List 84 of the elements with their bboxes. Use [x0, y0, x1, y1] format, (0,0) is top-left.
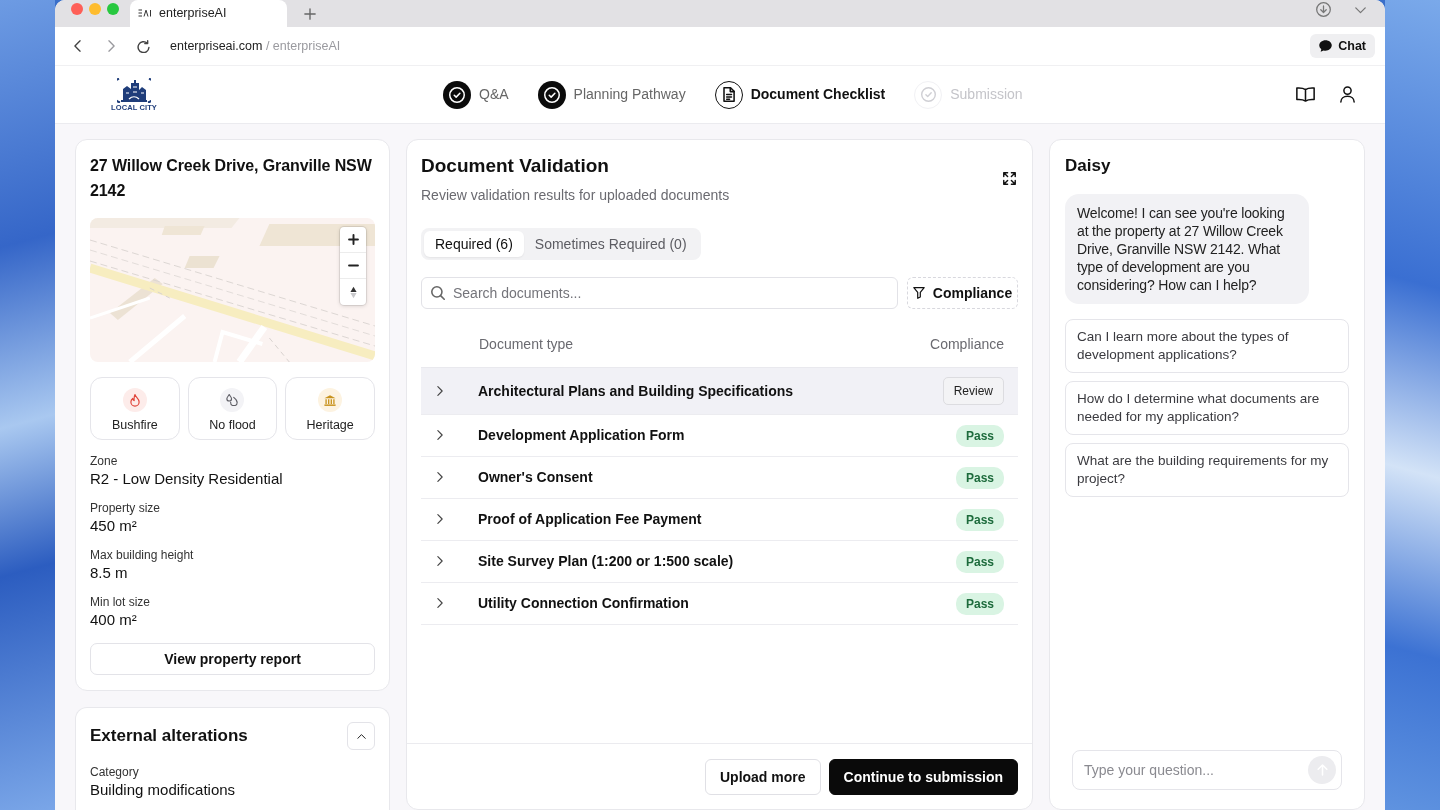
view-report-button[interactable]: View property report — [90, 643, 375, 675]
property-address: 27 Willow Creek Drive, Granville NSW 2142 — [90, 156, 373, 201]
detail-value: 400 m² — [90, 610, 138, 630]
detail-value: Building modifications — [90, 780, 237, 800]
chat-title: Daisy — [1065, 155, 1112, 177]
detail-label: Property size — [90, 500, 162, 516]
search-field[interactable]: Search documents... — [421, 277, 898, 309]
column-header: Document type — [478, 323, 900, 367]
detail-value: R2 - Low Density Residential — [90, 469, 284, 489]
compass-icon — [349, 285, 357, 299]
chat-input-field[interactable]: Type your question... — [1072, 750, 1342, 790]
speech-bubble-icon — [1319, 40, 1333, 52]
hazard-label: Heritage — [306, 417, 354, 433]
back-icon — [74, 40, 81, 52]
status-badge: Pass — [955, 509, 1004, 531]
status-badge: Pass — [955, 551, 1004, 573]
new-tab-button[interactable] — [304, 7, 316, 20]
suggestion-button[interactable]: What are the building requirements for my project? — [1065, 443, 1349, 497]
document-name: Site Survey Plan (1:200 or 1:500 scale) — [478, 553, 734, 569]
chat-button[interactable]: Chat — [1310, 34, 1375, 58]
chat-message: Welcome! I can see you're looking at the property at 27 Willow Creek Drive, Granville NSW 2142. What type of development are you considering? How can I help? — [1065, 194, 1309, 304]
download-icon — [1316, 2, 1331, 17]
step-label: Submission — [950, 85, 1023, 104]
book-icon — [1296, 87, 1315, 102]
upload-button[interactable]: Upload more — [704, 759, 821, 795]
document-name: Utility Connection Confirmation — [478, 595, 689, 611]
detail-label: Zone — [90, 453, 119, 469]
document-row[interactable]: Architectural Plans and Building Specifications Review — [421, 367, 1018, 414]
status-badge: Pass — [955, 593, 1004, 615]
minus-icon — [347, 264, 359, 267]
step-label: Document Checklist — [750, 85, 886, 104]
continue-button[interactable]: Continue to submission — [828, 759, 1018, 795]
panel-title: Document Validation — [421, 154, 610, 178]
guide-button[interactable] — [1296, 87, 1315, 102]
section-title: External alterations — [90, 725, 248, 748]
hazard-label: No flood — [209, 417, 256, 433]
browser-tab[interactable]: enterpriseAI — [130, 0, 287, 27]
review-button[interactable]: Review — [942, 376, 1004, 405]
suggestion-button[interactable]: How do I determine what documents are needed for my application? — [1065, 381, 1349, 435]
document-row[interactable]: Proof of Application Fee Payment Pass — [421, 498, 1018, 540]
download-button[interactable] — [1316, 2, 1331, 17]
step-label: Q&A — [479, 85, 509, 104]
back-button[interactable] — [74, 40, 81, 52]
columns-building-icon — [318, 388, 343, 412]
document-name: Owner's Consent — [478, 469, 593, 485]
filter-button[interactable]: Compliance — [907, 277, 1018, 309]
expand-icon — [1003, 172, 1016, 185]
reload-button[interactable] — [137, 39, 150, 53]
droplets-icon — [220, 388, 245, 412]
panel-subtitle: Review validation results for uploaded documents — [421, 186, 730, 205]
document-row[interactable]: Owner's Consent Pass — [421, 456, 1018, 498]
detail-label: Category — [90, 764, 140, 780]
chevron-down-icon — [1355, 7, 1366, 14]
document-name: Proof of Application Fee Payment — [478, 511, 702, 527]
tab[interactable]: Required (6) — [424, 231, 524, 257]
account-button[interactable] — [1340, 86, 1355, 103]
hazard-label: Bushfire — [111, 417, 158, 433]
logo-icon — [138, 9, 151, 18]
status-badge: Pass — [955, 467, 1004, 489]
status-badge: Pass — [955, 425, 1004, 447]
document-name: Architectural Plans and Building Specifications — [478, 382, 794, 399]
user-icon — [1340, 86, 1355, 103]
reload-icon — [137, 39, 150, 53]
search-icon — [431, 286, 445, 300]
document-row[interactable]: Development Application Form Pass — [421, 414, 1018, 456]
detail-label: Min lot size — [90, 594, 152, 610]
plus-icon — [347, 234, 359, 245]
forward-button[interactable] — [108, 40, 115, 52]
document-name: Development Application Form — [478, 427, 685, 443]
forward-icon — [108, 40, 115, 52]
filter-icon — [912, 287, 925, 299]
plus-icon — [304, 7, 316, 20]
detail-label: Max building height — [90, 547, 195, 563]
tab[interactable]: Sometimes Required (0) — [523, 231, 698, 257]
detail-value: 450 m² — [90, 516, 138, 536]
flame-icon — [122, 388, 147, 412]
suggestion-button[interactable]: Can I learn more about the types of development applications? — [1065, 319, 1349, 373]
column-header: Compliance — [899, 323, 1018, 367]
city-emblem-icon — [117, 77, 151, 103]
url-field[interactable]: enterpriseai.com / enterpriseAI — [170, 36, 341, 56]
document-row[interactable]: Utility Connection Confirmation Pass — [421, 582, 1018, 624]
step-label: Planning Pathway — [573, 85, 686, 104]
document-row[interactable]: Site Survey Plan (1:200 or 1:500 scale) Pass — [421, 540, 1018, 582]
detail-value: 8.5 m — [90, 563, 129, 583]
